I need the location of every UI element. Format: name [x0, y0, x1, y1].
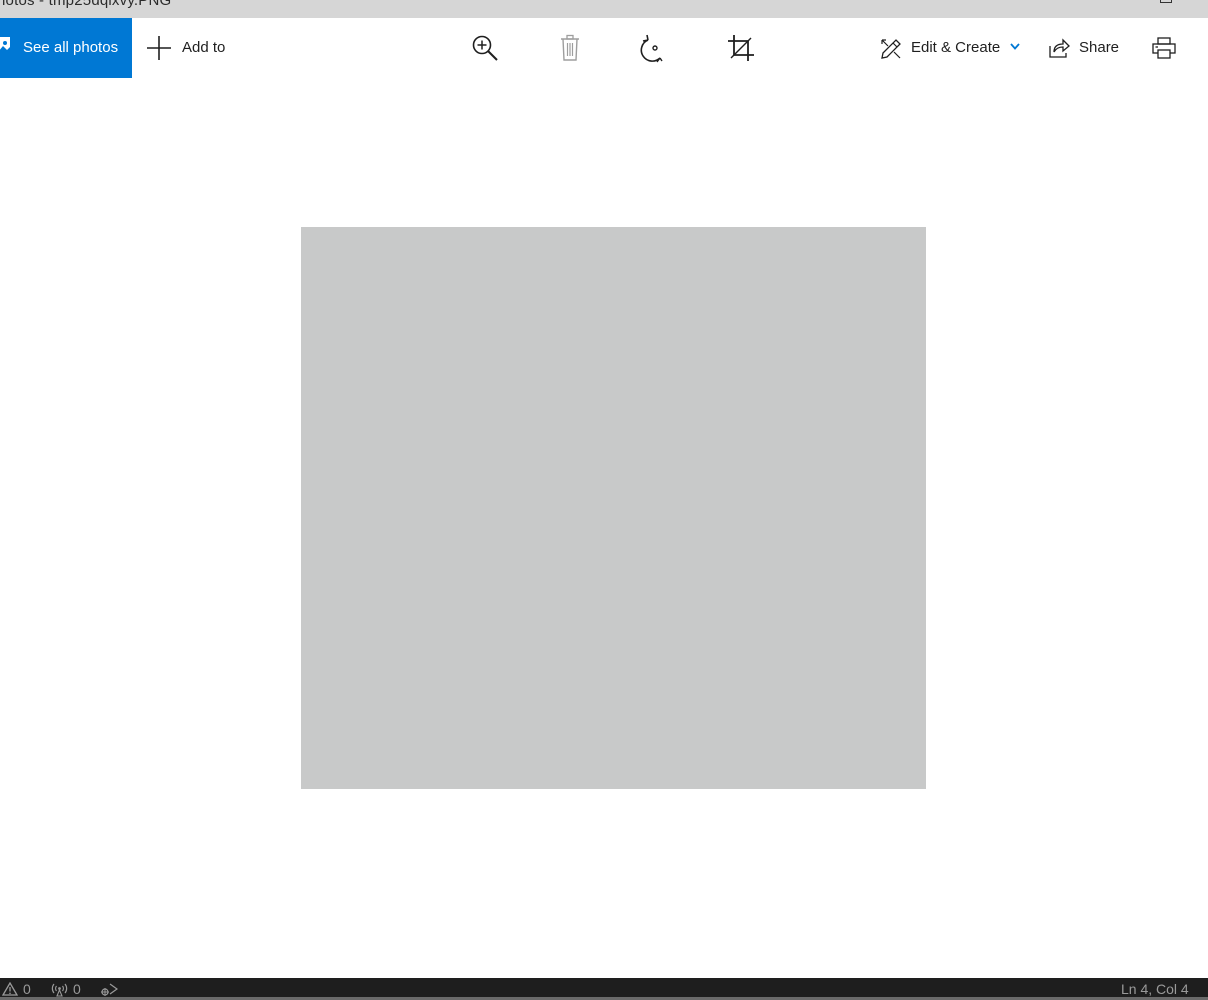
cursor-position-label: Ln 4, Col 4: [1121, 981, 1189, 997]
window-title: hotos - tmp25dqixvy.PNG: [0, 0, 172, 9]
see-all-photos-button[interactable]: See all photos: [0, 18, 132, 78]
plus-icon: [147, 36, 171, 60]
rotate-button[interactable]: [635, 18, 675, 78]
see-all-photos-label: See all photos: [23, 39, 119, 56]
print-icon: [1152, 37, 1176, 59]
ports-count: 0: [73, 981, 81, 997]
add-to-button[interactable]: Add to: [146, 18, 246, 78]
warning-icon: [2, 982, 18, 996]
rotate-icon: [640, 34, 663, 63]
edit-create-label: Edit & Create: [911, 39, 1001, 56]
title-bar: hotos - tmp25dqixvy.PNG: [0, 0, 1208, 18]
edit-create-icon: [881, 39, 901, 59]
crop-icon: [728, 35, 754, 61]
share-label: Share: [1079, 39, 1120, 56]
chevron-down-icon: [1010, 43, 1020, 50]
share-icon: [1049, 38, 1070, 58]
add-to-label: Add to: [182, 39, 226, 56]
delete-button[interactable]: [550, 18, 590, 78]
photo-viewer: [0, 78, 1208, 978]
share-button[interactable]: Share: [1048, 18, 1128, 78]
photo-icon: [0, 37, 10, 54]
warnings-count: 0: [23, 981, 31, 997]
trash-icon: [561, 34, 579, 61]
edit-create-button[interactable]: Edit & Create: [880, 18, 1030, 78]
restore-window-icon[interactable]: [1160, 0, 1172, 3]
zoom-in-icon: [472, 35, 498, 61]
photo-image[interactable]: [301, 227, 926, 789]
toolbar: See all photos Add to Edit & Create Shar…: [0, 18, 1208, 78]
crop-button[interactable]: [721, 18, 761, 78]
run-debug-icon: [101, 983, 118, 996]
broadcast-icon: [51, 983, 68, 997]
zoom-button[interactable]: [465, 18, 505, 78]
print-button[interactable]: [1150, 18, 1180, 78]
